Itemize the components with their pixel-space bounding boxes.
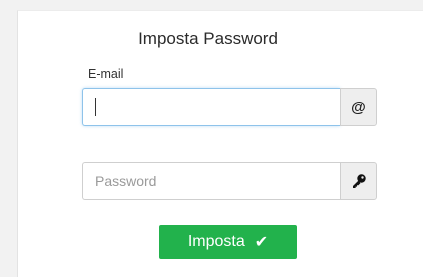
password-field[interactable]	[82, 162, 340, 200]
key-icon	[340, 162, 377, 200]
email-field[interactable]	[82, 88, 340, 126]
form-title: Imposta Password	[138, 29, 278, 48]
at-sign-icon: @	[340, 88, 377, 126]
email-input-group: @	[82, 88, 377, 126]
checkmark-icon: ✔	[254, 234, 269, 251]
text-cursor	[95, 98, 96, 116]
submit-label: Imposta	[187, 233, 245, 250]
set-password-form: Imposta Password E-mail @ Imposta ✔	[17, 10, 423, 277]
set-password-button[interactable]: Imposta ✔	[159, 225, 297, 259]
password-input-group	[82, 162, 377, 200]
email-label: E-mail	[88, 67, 124, 81]
